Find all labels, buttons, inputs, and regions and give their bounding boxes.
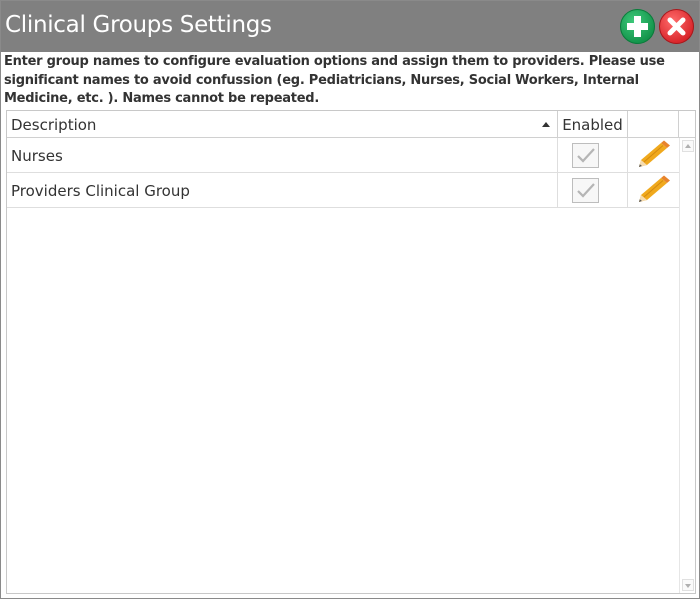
pencil-icon[interactable]	[636, 175, 670, 205]
column-header-edit	[628, 111, 679, 137]
x-circle-icon	[667, 17, 686, 36]
instructions-text: Enter group names to configure evaluatio…	[4, 54, 665, 106]
pencil-icon[interactable]	[636, 140, 670, 170]
row-enabled-cell	[558, 173, 628, 207]
vertical-scrollbar[interactable]	[679, 138, 695, 593]
enabled-checkbox[interactable]	[572, 143, 599, 168]
column-header-description-label: Description	[11, 116, 97, 134]
row-description: Nurses	[7, 138, 558, 172]
row-edit-cell	[628, 138, 679, 172]
clinical-groups-grid: Description Enabled Nurses Providers Cli…	[6, 110, 696, 594]
grid-header: Description Enabled	[7, 111, 695, 138]
row-description: Providers Clinical Group	[7, 173, 558, 207]
add-group-button[interactable]	[620, 9, 655, 44]
title-bar: Clinical Groups Settings	[1, 1, 699, 52]
enabled-checkbox[interactable]	[572, 178, 599, 203]
row-enabled-cell	[558, 138, 628, 172]
checkmark-icon	[577, 183, 595, 198]
plus-circle-icon	[627, 16, 648, 37]
column-header-enabled[interactable]: Enabled	[558, 111, 628, 137]
checkmark-icon	[577, 148, 595, 163]
window-title: Clinical Groups Settings	[5, 12, 272, 38]
column-header-enabled-label: Enabled	[562, 116, 623, 134]
row-edit-cell	[628, 173, 679, 207]
sort-ascending-icon	[542, 122, 550, 127]
clinical-groups-window: Clinical Groups Settings Enter group nam…	[0, 0, 700, 599]
table-row[interactable]: Nurses	[7, 138, 679, 173]
close-button[interactable]	[659, 9, 694, 44]
column-header-description[interactable]: Description	[7, 111, 558, 137]
scroll-up-arrow-icon[interactable]	[682, 140, 694, 152]
scroll-down-arrow-icon[interactable]	[682, 579, 694, 591]
table-row[interactable]: Providers Clinical Group	[7, 173, 679, 208]
